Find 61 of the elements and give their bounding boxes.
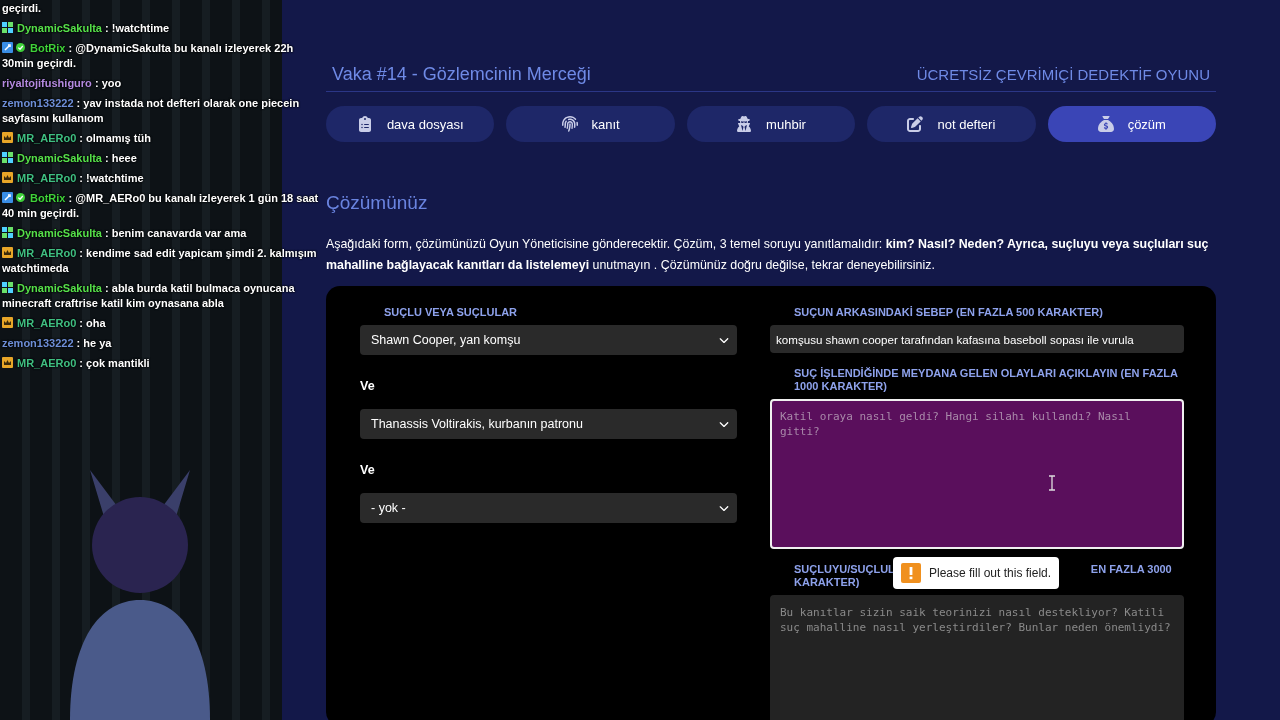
input-field[interactable]: komşusu shawn cooper tarafından kafasına baseboll sopası ile vurula	[770, 325, 1184, 353]
nav-tab[interactable]: kanıt	[506, 106, 675, 142]
crown-badge-icon	[2, 132, 13, 143]
chat-message: BotRix : @MR_AERo0 bu kanalı izleyerek 1 gün 18 saat 40 min geçirdi.	[2, 191, 320, 221]
warning-icon	[901, 563, 921, 583]
field-label: SUÇ İŞLENDİĞİNDE MEYDANA GELEN OLAYLARI AÇIKLAYIN (EN FAZLA 1000 KARAKTER)	[793, 367, 1179, 393]
chat-message: riyaltojifushiguro : yoo	[2, 76, 123, 91]
wrench-badge-icon	[2, 192, 13, 203]
chat-message: BotRix : @DynamicSakulta bu kanalı izleyerek 22h 30min geçirdi.	[2, 41, 295, 71]
chat-message: zemon133222 : he ya	[2, 336, 113, 351]
chat-message: DynamicSakulta : !watchtime	[2, 21, 322, 36]
field-label: SUÇUN ARKASINDAKİ SEBEP (EN FAZLA 500 KARAKTER)	[793, 306, 1104, 319]
nav-tab[interactable]: çözüm	[1047, 106, 1216, 142]
nav-tab[interactable]: muhbir	[686, 106, 856, 142]
tab-icon	[356, 116, 373, 132]
badge-icon	[2, 282, 13, 293]
wrench-badge-icon	[2, 42, 13, 53]
joiner-label: Ve	[360, 463, 376, 477]
badge-icon	[2, 22, 13, 33]
chevron-icon	[719, 503, 729, 513]
crown-badge-icon	[2, 357, 13, 368]
field-label: SUÇLUYU/SUÇLUL	[794, 563, 895, 576]
tab-icon	[736, 116, 753, 132]
verified-icon	[16, 193, 25, 202]
field-label: SUÇLU VEYA SUÇLULAR	[383, 306, 519, 319]
tab-icon	[1097, 116, 1114, 132]
chat-message: MR_AERo0 : olmamış tüh	[2, 131, 322, 146]
badge-icon	[2, 227, 13, 238]
chat-message: DynamicSakulta : benim canavarda var ama	[2, 226, 322, 241]
field-label: EN FAZLA 3000	[1090, 563, 1172, 576]
select-field[interactable]: Thanassis Voltirakis, kurbanın patronu	[360, 409, 737, 439]
validation-tooltip: Please fill out this field.	[893, 557, 1060, 589]
chat-message: MR_AERo0 : !watchtime	[2, 171, 322, 186]
case-title: Vaka #14 - Gözlemcinin Merceği	[332, 64, 591, 85]
chat-message: DynamicSakulta : abla burda katil bulmaca oynucana minecraft craftrise katil kim oynasana abla	[2, 281, 296, 311]
crown-badge-icon	[2, 172, 13, 183]
verified-icon	[16, 43, 25, 52]
chat-message: MR_AERo0 : oha	[2, 316, 322, 331]
chevron-icon	[719, 335, 729, 345]
badge-icon	[2, 152, 13, 163]
tab-icon	[907, 116, 924, 132]
crown-badge-icon	[2, 247, 13, 258]
chat-message: MR_AERo0 : çok mantikli	[2, 356, 322, 371]
chevron-icon	[719, 419, 729, 429]
field-label: KARAKTER)	[794, 576, 861, 589]
select-field[interactable]: - yok -	[360, 493, 737, 523]
joiner-label: Ve	[360, 379, 376, 393]
section-heading: Çözümünüz	[326, 192, 429, 214]
nav-tab[interactable]: not defteri	[867, 106, 1036, 142]
chat-message: zemon133222 : yav instada not defteri olarak one piecein sayfasını kullanıom	[2, 96, 301, 126]
tab-icon	[561, 116, 578, 132]
textarea-field[interactable]: Bu kanıtlar sizin saik teorinizi nasıl destekliyor? Katili suç mahalline nasıl yerleştirdiler? Bunlar neden önemliydi?	[770, 595, 1184, 720]
crown-badge-icon	[2, 317, 13, 328]
intro-paragraph: Aşağıdaki form, çözümünüzü Oyun Yöneticisine gönderecektir. Çözüm, 3 temel soruyu yanıtlamalıdır: kim? Nasıl? Neden? Ayrıca, suçluyu veya suçluları suç mahalline bağlayacak kanıtları da listelemeyi unutmayın . Çözümünüz doğru değilse, tekrar deneyebilirsiniz.	[326, 236, 1210, 274]
chat-message: DynamicSakulta : heee	[2, 151, 322, 166]
select-field[interactable]: Shawn Cooper, yan komşu	[360, 325, 737, 355]
chat-message: MR_AERo0 : kendime sad edit yapicam şimdi 2. kalmışım watchtimeda	[2, 246, 318, 276]
chat-message: geçirdi.	[2, 1, 43, 16]
site-tagline: ÜCRETSİZ ÇEVRİMİÇİ DEDEKTİF OYUNU	[916, 66, 1210, 83]
text-cursor-icon	[1048, 475, 1056, 491]
nav-tab[interactable]: dava dosyası	[326, 106, 495, 142]
